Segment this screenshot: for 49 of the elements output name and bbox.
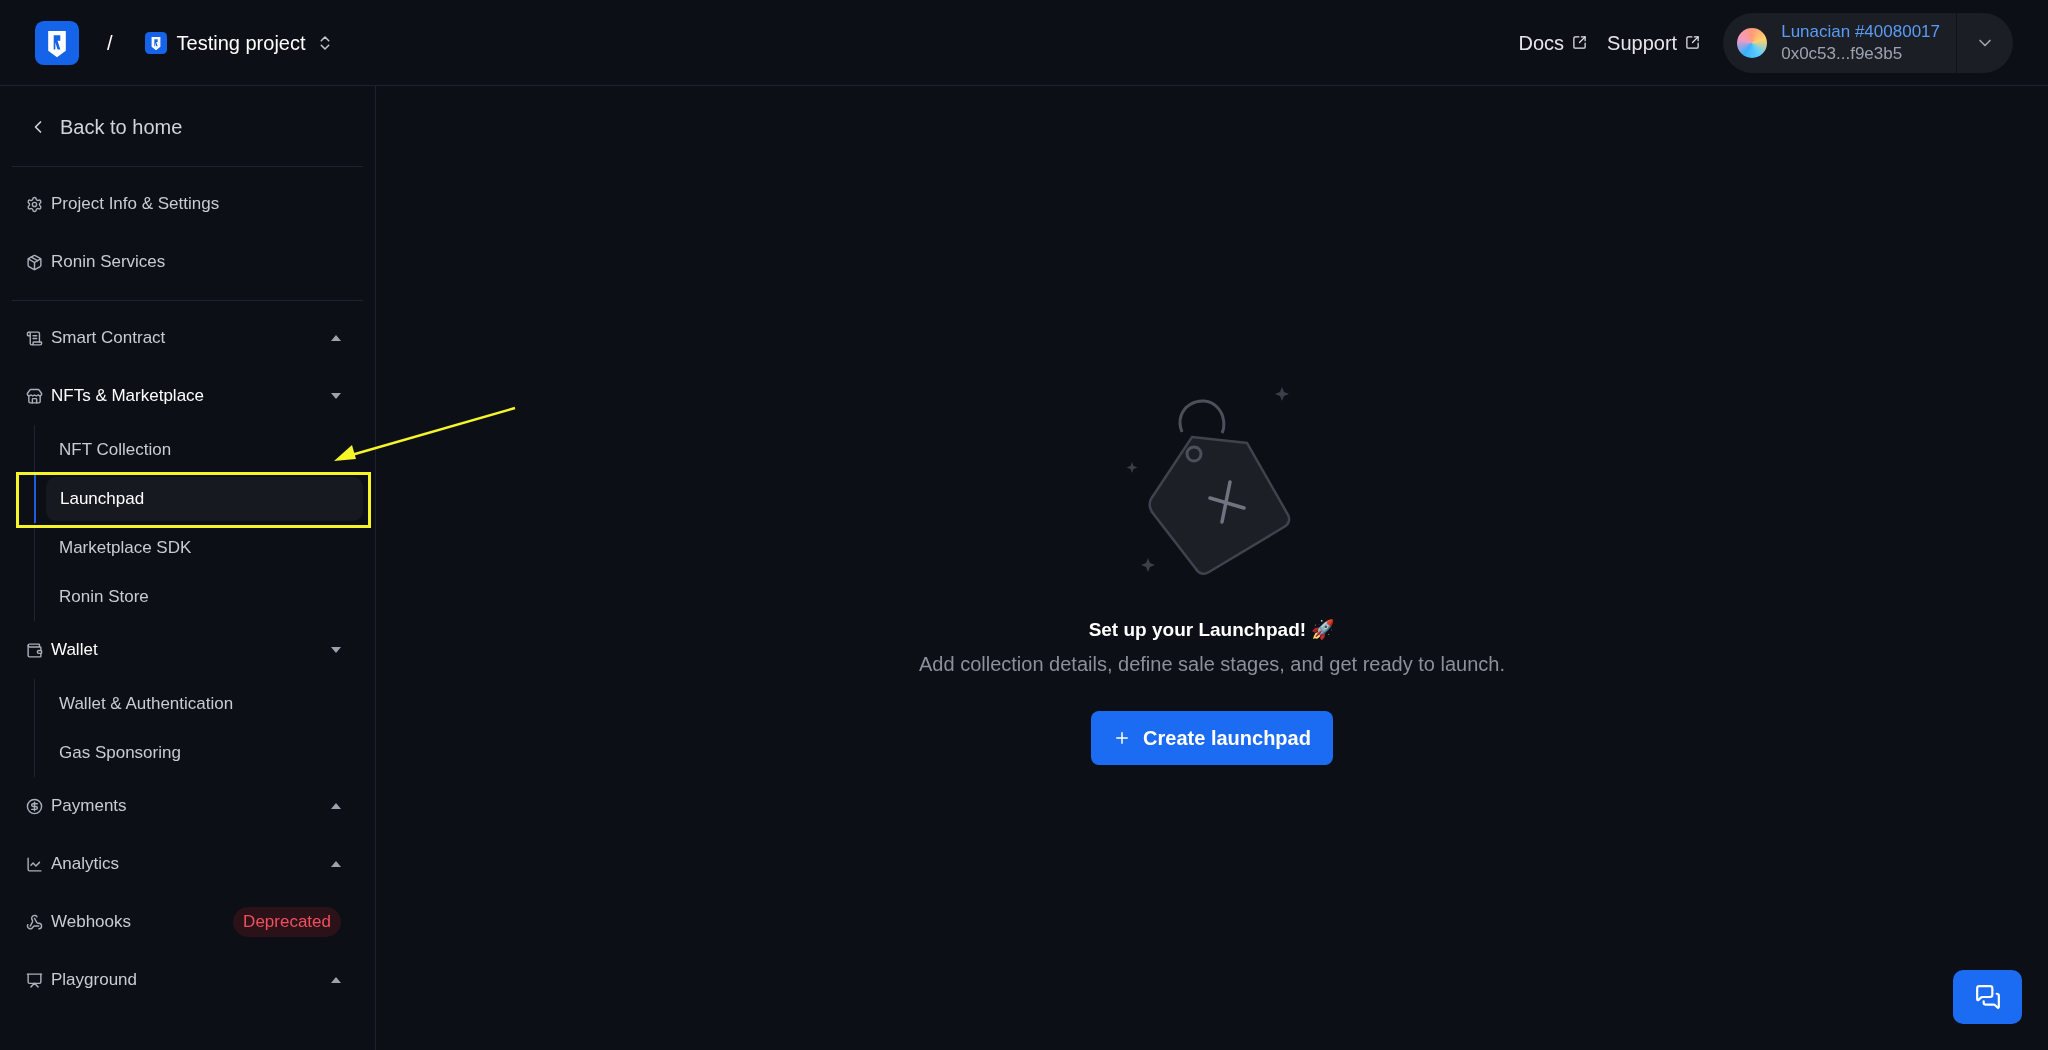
create-launchpad-button[interactable]: Create launchpad xyxy=(1091,710,1333,765)
sidebar-item[interactable]: Ronin Services xyxy=(12,233,363,291)
header-link[interactable]: Support xyxy=(1607,27,1701,58)
presentation-board-icon xyxy=(26,971,43,989)
chat-icon xyxy=(1974,984,2001,1010)
sidebar-subitem[interactable]: Wallet & Authentication xyxy=(45,681,363,726)
wallet-icon xyxy=(26,641,43,659)
webhook-icon xyxy=(26,913,43,931)
sidebar-group-header[interactable]: Wallet xyxy=(12,621,363,679)
back-link[interactable]: Back to home xyxy=(12,104,363,150)
project-switcher[interactable]: Testing project xyxy=(144,27,334,58)
sidebar-group-header[interactable]: NFTs & Marketplace xyxy=(12,367,363,425)
caret-icon xyxy=(331,803,341,809)
project-logo-icon xyxy=(144,31,167,54)
caret-icon xyxy=(331,647,341,653)
account-address: 0x0c53...f9e3b5 xyxy=(1781,42,1904,65)
box-icon xyxy=(26,253,43,271)
sidebar-subitem[interactable]: Marketplace SDK xyxy=(45,525,363,570)
sidebar-group-header[interactable]: Smart Contract xyxy=(12,309,363,367)
dollar-circle-icon xyxy=(26,797,43,815)
sidebar-group-header[interactable]: Payments xyxy=(12,777,363,835)
sidebar-subitem[interactable]: NFT Collection xyxy=(45,427,363,472)
chat-button[interactable] xyxy=(1953,970,2022,1024)
caret-icon xyxy=(331,977,341,983)
breadcrumb-separator: / xyxy=(107,30,113,56)
external-link-icon xyxy=(1685,35,1701,50)
empty-state-title: Set up your Launchpad! 🚀 xyxy=(1088,618,1336,642)
avatar xyxy=(1737,27,1768,58)
sidebar-subitem[interactable]: Launchpad xyxy=(46,476,363,521)
external-link-icon xyxy=(1572,35,1588,50)
account-menu[interactable]: Lunacian #40080017 0x0c53...f9e3b5 xyxy=(1723,12,2013,73)
gear-icon xyxy=(26,195,43,213)
caret-icon xyxy=(331,861,341,867)
sidebar-item[interactable]: Project Info & Settings xyxy=(12,175,363,233)
sidebar-subitem[interactable]: Gas Sponsoring xyxy=(45,730,363,775)
header-link[interactable]: Docs xyxy=(1518,27,1588,58)
logo-icon xyxy=(35,20,79,65)
empty-state-description: Add collection details, define sale stages, and get ready to launch. xyxy=(919,651,1505,677)
scroll-icon xyxy=(26,329,43,347)
sidebar-item[interactable]: Webhooks Deprecated xyxy=(12,893,363,951)
sidebar-group-header[interactable]: Analytics xyxy=(12,835,363,893)
sidebar-subitem[interactable]: Ronin Store xyxy=(45,574,363,619)
line-chart-icon xyxy=(26,855,43,873)
store-icon xyxy=(26,387,43,405)
caret-icon xyxy=(331,393,341,399)
account-name: Lunacian #40080017 xyxy=(1781,20,1940,43)
deprecated-badge: Deprecated xyxy=(233,907,341,937)
caret-icon xyxy=(331,335,341,341)
sidebar-group-header[interactable]: Playground xyxy=(12,951,363,1009)
